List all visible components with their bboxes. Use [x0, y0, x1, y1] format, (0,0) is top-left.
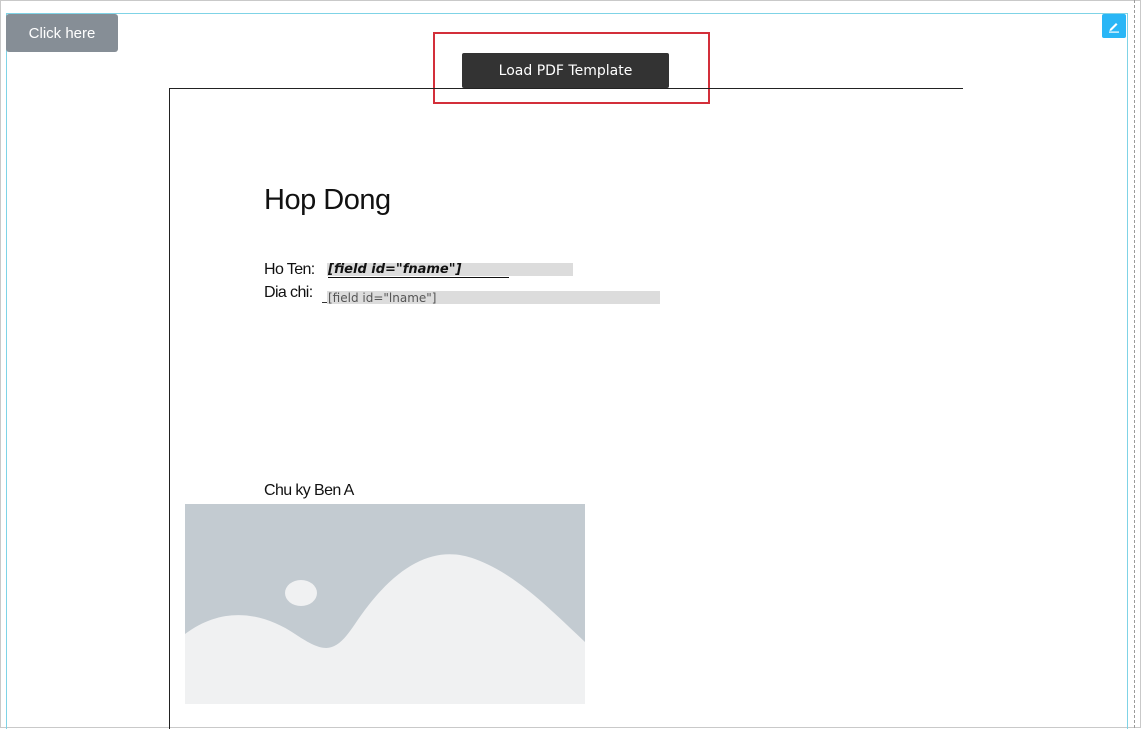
document-title: Hop Dong [264, 184, 391, 216]
field-token-lname[interactable]: [field id="lname"] [328, 291, 436, 305]
load-pdf-template-button[interactable]: Load PDF Template [462, 53, 669, 88]
field-token-fname[interactable]: [field id="fname"] [328, 262, 510, 278]
field-label-dia-chi: Dia chi: [264, 284, 313, 301]
edit-button[interactable] [1102, 14, 1126, 38]
click-here-button[interactable]: Click here [6, 14, 118, 52]
signature-image[interactable] [185, 504, 585, 704]
image-placeholder-icon [185, 504, 585, 704]
resize-edge[interactable] [1134, 0, 1135, 728]
pencil-icon [1109, 23, 1119, 33]
signature-label: Chu ky Ben A [264, 482, 354, 499]
field-label-ho-ten: Ho Ten: [264, 261, 315, 278]
